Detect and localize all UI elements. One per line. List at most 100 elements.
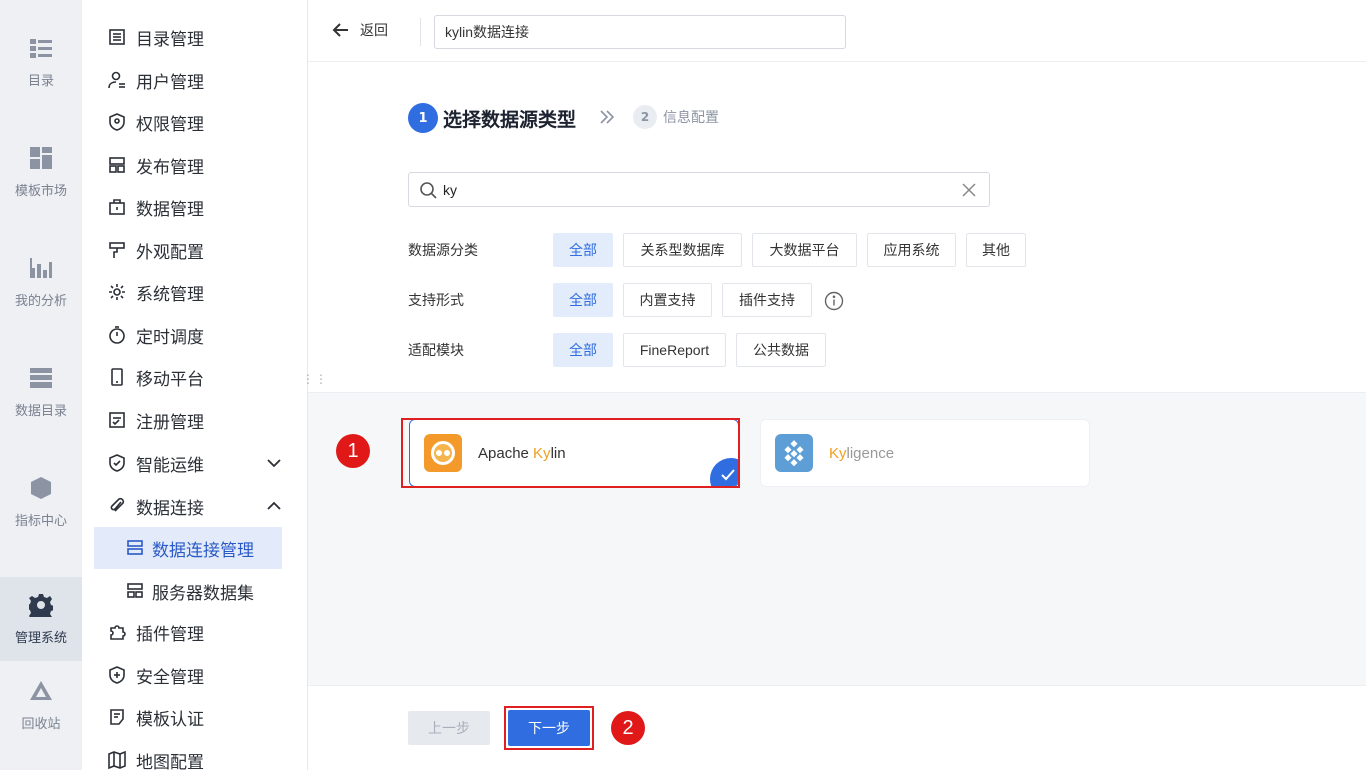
database-icon <box>126 539 144 557</box>
chip-support-builtin[interactable]: 内置支持 <box>623 283 712 317</box>
paperclip-icon <box>108 497 126 515</box>
rail-item-admin[interactable]: 管理系统 <box>0 577 82 661</box>
menu-label: 模板认证 <box>136 709 204 730</box>
submenu-item-server-dataset[interactable]: 服务器数据集 <box>94 570 282 612</box>
info-icon[interactable] <box>824 291 844 311</box>
smart-ops-icon <box>108 454 126 472</box>
menu-item-plugin-mgmt[interactable]: 插件管理 <box>108 612 282 652</box>
rail-label: 指标中心 <box>14 513 67 529</box>
chip-category-all[interactable]: 全部 <box>553 233 613 267</box>
submenu-item-data-connection-mgmt[interactable]: 数据连接管理 <box>94 527 282 569</box>
chip-support-plugin[interactable]: 插件支持 <box>722 283 812 317</box>
chip-category-rdb[interactable]: 关系型数据库 <box>623 233 742 267</box>
chip-module-public-data[interactable]: 公共数据 <box>736 333 826 367</box>
double-chevron-right-icon <box>598 108 616 126</box>
chip-category-bigdata[interactable]: 大数据平台 <box>752 233 857 267</box>
register-icon <box>108 411 126 429</box>
menu-item-security-mgmt[interactable]: 安全管理 <box>108 655 282 695</box>
template-market-icon <box>29 146 53 170</box>
connection-name-input[interactable] <box>434 15 846 49</box>
rail-label: 管理系统 <box>14 630 67 646</box>
rail-item-analysis[interactable]: 我的分析 <box>0 240 82 324</box>
step-number: 1 <box>408 103 438 133</box>
menu-label: 注册管理 <box>136 412 204 433</box>
menu-label: 目录管理 <box>136 29 204 50</box>
chip-module-finereport[interactable]: FineReport <box>623 333 726 367</box>
chevron-up-icon[interactable] <box>266 498 282 514</box>
annotation-badge-1: 1 <box>336 434 370 468</box>
menu-item-smart-ops[interactable]: 智能运维 <box>108 443 282 483</box>
metrics-icon <box>29 476 53 500</box>
chevron-down-icon[interactable] <box>266 455 282 471</box>
datasource-card-kyligence[interactable]: Kyligence <box>760 419 1090 487</box>
menu-item-map-config[interactable]: 地图配置 <box>108 740 282 770</box>
menu-label: 数据管理 <box>136 199 204 220</box>
menu-item-template-cert[interactable]: 模板认证 <box>108 697 282 737</box>
menu-item-publish-mgmt[interactable]: 发布管理 <box>108 145 282 185</box>
menu-item-catalog-mgmt[interactable]: 目录管理 <box>108 17 282 57</box>
menu-item-data-mgmt[interactable]: 数据管理 <box>108 187 282 227</box>
menu-item-system-mgmt[interactable]: 系统管理 <box>108 272 282 312</box>
arrow-left-icon <box>332 23 348 37</box>
mobile-icon <box>108 368 126 386</box>
server-dataset-icon <box>126 582 144 600</box>
kyligence-logo-icon <box>775 434 813 472</box>
menu-label: 用户管理 <box>136 72 204 93</box>
user-icon <box>108 71 126 89</box>
briefcase-icon <box>108 198 126 216</box>
submenu-label: 数据连接管理 <box>152 540 254 561</box>
menu-item-data-connection[interactable]: 数据连接 <box>108 486 282 526</box>
rail-item-data-catalog[interactable]: 数据目录 <box>0 350 82 434</box>
menu-item-schedule[interactable]: 定时调度 <box>108 315 282 355</box>
menu-item-appearance[interactable]: 外观配置 <box>108 230 282 270</box>
recycle-icon <box>29 679 53 703</box>
chip-support-all[interactable]: 全部 <box>553 283 613 317</box>
rail-item-template-market[interactable]: 模板市场 <box>0 130 82 214</box>
search-input[interactable] <box>443 173 953 206</box>
datasource-name: Kyligence <box>829 444 895 462</box>
menu-item-register[interactable]: 注册管理 <box>108 400 282 440</box>
step-2: 2 信息配置 <box>633 105 719 129</box>
step-label: 选择数据源类型 <box>443 108 577 131</box>
close-icon[interactable] <box>961 182 977 198</box>
header-divider <box>420 18 421 46</box>
menu-item-user-mgmt[interactable]: 用户管理 <box>108 60 282 100</box>
menu-label: 权限管理 <box>136 114 204 135</box>
list-icon <box>108 28 126 46</box>
step-number: 2 <box>633 105 657 129</box>
admin-menu: 目录管理 用户管理 权限管理 发布管理 数据管理 外观配置 系统管理 定时调度 … <box>82 0 308 770</box>
analysis-icon <box>29 256 53 280</box>
menu-item-permission-mgmt[interactable]: 权限管理 <box>108 102 282 142</box>
rail-item-catalog[interactable]: 目录 <box>0 20 82 104</box>
rail-item-metrics[interactable]: 指标中心 <box>0 460 82 544</box>
menu-item-mobile[interactable]: 移动平台 <box>108 357 282 397</box>
menu-label: 安全管理 <box>136 667 204 688</box>
menu-label: 智能运维 <box>136 455 204 476</box>
menu-label: 定时调度 <box>136 327 204 348</box>
data-catalog-icon <box>29 366 53 390</box>
chip-module-all[interactable]: 全部 <box>553 333 613 367</box>
menu-label: 移动平台 <box>136 369 204 390</box>
timer-icon <box>108 326 126 344</box>
security-icon <box>108 666 126 684</box>
chip-category-other[interactable]: 其他 <box>966 233 1026 267</box>
prev-step-button[interactable]: 上一步 <box>408 711 490 745</box>
annotation-highlight-card <box>401 418 740 488</box>
step-1: 1 选择数据源类型 <box>408 103 576 133</box>
settings-icon <box>108 283 126 301</box>
chip-category-app[interactable]: 应用系统 <box>867 233 956 267</box>
gear-icon <box>29 593 53 617</box>
back-button[interactable]: 返回 <box>332 20 388 40</box>
menu-label: 系统管理 <box>136 284 204 305</box>
rail-label: 回收站 <box>21 716 61 732</box>
shield-icon <box>108 113 126 131</box>
rail-label: 数据目录 <box>14 403 67 419</box>
submenu-label: 服务器数据集 <box>152 583 254 604</box>
search-icon <box>419 181 437 199</box>
rail-item-recycle[interactable]: 回收站 <box>0 663 82 747</box>
datasource-search <box>408 172 990 207</box>
menu-label: 插件管理 <box>136 624 204 645</box>
rail-label: 模板市场 <box>14 183 67 199</box>
filter-label-module: 适配模块 <box>408 343 464 359</box>
annotation-badge-2: 2 <box>611 711 645 745</box>
